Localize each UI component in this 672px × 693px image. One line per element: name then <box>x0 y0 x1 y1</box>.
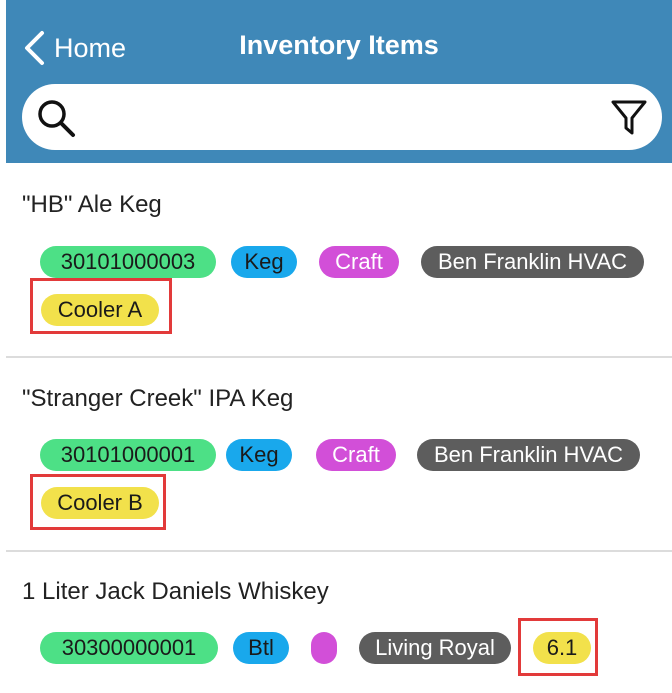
item-name: "HB" Ale Keg <box>22 191 162 218</box>
highlight-box <box>30 278 172 334</box>
item-code-tag: 30300000001 <box>40 632 218 664</box>
item-name: "Stranger Creek" IPA Keg <box>22 385 294 412</box>
navigation-header: Home Inventory Items <box>6 0 672 163</box>
search-bar[interactable] <box>22 84 662 150</box>
divider <box>6 356 672 358</box>
item-category-tag: Craft <box>319 246 399 278</box>
item-category-tag <box>311 632 337 664</box>
item-name: 1 Liter Jack Daniels Whiskey <box>22 578 329 605</box>
highlight-box <box>518 618 598 676</box>
item-unit-tag: Keg <box>226 439 292 471</box>
item-code-tag: 30101000001 <box>40 439 216 471</box>
item-vendor-tag: Living Royal <box>359 632 511 664</box>
item-unit-tag: Keg <box>231 246 297 278</box>
page-title: Inventory Items <box>239 30 439 60</box>
filter-icon[interactable] <box>610 98 648 138</box>
item-vendor-tag: Ben Franklin HVAC <box>417 439 640 471</box>
item-code-tag: 30101000003 <box>40 246 216 278</box>
divider <box>6 550 672 552</box>
highlight-box <box>30 474 166 530</box>
search-input[interactable] <box>86 94 590 142</box>
search-icon <box>38 100 75 137</box>
item-vendor-tag: Ben Franklin HVAC <box>421 246 644 278</box>
item-category-tag: Craft <box>316 439 396 471</box>
item-unit-tag: Btl <box>233 632 289 664</box>
